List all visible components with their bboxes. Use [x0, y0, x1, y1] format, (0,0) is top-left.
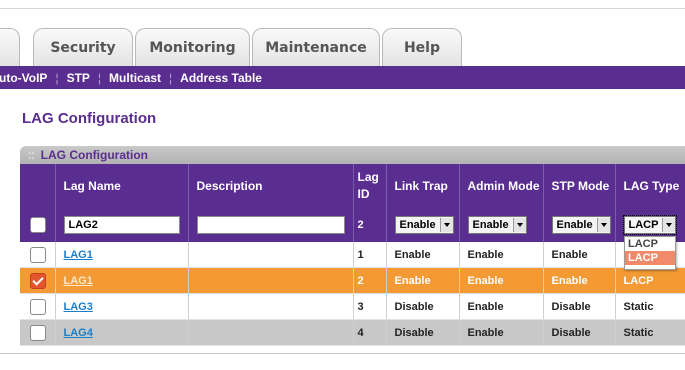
subnav-separator: ¦: [169, 70, 173, 85]
row-lag-id: 1: [353, 242, 387, 268]
tab-maintenance[interactable]: Maintenance: [252, 28, 380, 66]
row-link-trap: Disable: [386, 319, 460, 346]
chevron-down-icon: [512, 218, 526, 232]
page-title: LAG Configuration: [22, 110, 157, 127]
lag-name-link[interactable]: LAG1: [64, 249, 93, 261]
subnav-stp[interactable]: STP: [67, 71, 90, 85]
tab-maintenance-label: Maintenance: [265, 39, 367, 56]
table-row-selected[interactable]: LAG1 2 Enable Enable Enable LACP: [20, 267, 685, 294]
link-trap-value: Enable: [399, 219, 436, 231]
subnav-separator: ¦: [97, 70, 102, 85]
main-tabs: Security Monitoring Maintenance Help: [0, 28, 685, 66]
lag-name-link[interactable]: LAG1: [64, 275, 93, 287]
subnav-address-table[interactable]: Address Table: [180, 71, 262, 85]
lag-table: Lag Name Description Lag ID Link Trap Ad…: [20, 164, 685, 346]
grip-icon: ::: [28, 148, 35, 162]
chevron-down-icon: [439, 218, 453, 232]
header-lag-id-line1: Lag: [357, 170, 379, 184]
stp-mode-value: Enable: [556, 219, 593, 231]
row-checkbox[interactable]: [30, 298, 46, 315]
subnav-multicast[interactable]: Multicast: [109, 71, 161, 85]
row-link-trap: Enable: [386, 242, 460, 268]
stp-mode-select[interactable]: Enable: [551, 216, 611, 234]
row-link-trap: Disable: [386, 293, 460, 320]
lag-type-value: LACP: [628, 219, 659, 231]
row-admin-mode: Enable: [459, 242, 544, 268]
row-checkbox-checked[interactable]: [30, 272, 46, 289]
lag-type-option[interactable]: LACP: [625, 237, 675, 251]
tab-monitoring-label: Monitoring: [149, 39, 236, 56]
row-stp-mode: Enable: [543, 242, 616, 268]
header-admin-mode[interactable]: Admin Mode: [459, 164, 544, 208]
tab-help-label: Help: [403, 39, 441, 56]
row-stp-mode: Disable: [543, 293, 616, 320]
header-select: [20, 164, 56, 208]
row-lag-id: 3: [353, 293, 387, 320]
header-lag-name[interactable]: Lag Name: [55, 164, 189, 208]
admin-mode-select[interactable]: Enable: [467, 216, 527, 234]
top-border: [0, 0, 685, 9]
lag-name-link[interactable]: LAG4: [64, 327, 93, 339]
lag-type-dropdown-list: LACP LACP: [624, 236, 676, 270]
row-description: [188, 293, 354, 320]
header-description[interactable]: Description: [188, 164, 354, 208]
edit-row: LAG2 2 Enable Enable Enable LACP: [20, 208, 685, 242]
header-lag-id[interactable]: Lag ID: [353, 164, 387, 208]
table-row[interactable]: LAG4 4 Disable Enable Disable Static: [20, 319, 685, 346]
header-lag-type[interactable]: LAG Type: [615, 164, 685, 208]
row-description: [188, 319, 354, 346]
subnav-auto-voip[interactable]: uto-VoIP: [0, 71, 47, 85]
description-input[interactable]: [196, 216, 345, 234]
row-description: [188, 242, 354, 268]
chevron-down-icon: [596, 218, 610, 232]
header-lag-id-line2: ID: [357, 187, 370, 201]
header-stp-mode[interactable]: STP Mode: [543, 164, 616, 208]
sub-navigation: uto-VoIP ¦ STP ¦ Multicast ¦ Address Tab…: [0, 66, 685, 89]
table-header-row: Lag Name Description Lag ID Link Trap Ad…: [20, 164, 685, 208]
panel-title: LAG Configuration: [40, 148, 148, 162]
chevron-down-icon: [662, 218, 676, 232]
lag-name-link[interactable]: LAG3: [64, 301, 93, 313]
lag-type-option-highlighted[interactable]: LACP: [625, 251, 675, 265]
link-trap-select[interactable]: Enable: [394, 216, 454, 234]
lag-type-select[interactable]: LACP: [622, 215, 678, 235]
subnav-separator: ¦: [55, 70, 59, 85]
row-checkbox[interactable]: [30, 246, 46, 263]
row-checkbox[interactable]: [30, 324, 46, 341]
row-link-trap: Enable: [386, 267, 460, 294]
edit-row-checkbox[interactable]: [30, 217, 46, 233]
table-row[interactable]: LAG3 3 Disable Enable Disable Static: [20, 293, 685, 320]
tab-monitoring[interactable]: Monitoring: [135, 28, 250, 66]
header-link-trap[interactable]: Link Trap: [386, 164, 460, 208]
bottom-divider: [0, 353, 685, 354]
row-lag-type: Static: [615, 319, 685, 346]
row-stp-mode: Enable: [543, 267, 616, 294]
row-admin-mode: Enable: [459, 267, 544, 294]
row-admin-mode: Enable: [459, 293, 544, 320]
row-admin-mode: Enable: [459, 319, 544, 346]
row-lag-type: LACP: [615, 267, 685, 294]
tab-partial[interactable]: [0, 28, 20, 66]
panel-header: :: LAG Configuration: [20, 146, 685, 164]
row-lag-type: Static: [615, 293, 685, 320]
row-description: [188, 267, 354, 294]
tab-security-label: Security: [50, 39, 116, 56]
table-row[interactable]: LAG1 1 Enable Enable Enable LACP: [20, 242, 685, 268]
row-lag-id: 2: [353, 267, 387, 294]
lag-name-input[interactable]: LAG2: [63, 216, 180, 234]
tab-security[interactable]: Security: [33, 28, 133, 66]
edit-lag-id: 2: [353, 208, 387, 242]
tab-help[interactable]: Help: [382, 28, 462, 66]
admin-mode-value: Enable: [472, 219, 509, 231]
row-lag-id: 4: [353, 319, 387, 346]
row-stp-mode: Disable: [543, 319, 616, 346]
